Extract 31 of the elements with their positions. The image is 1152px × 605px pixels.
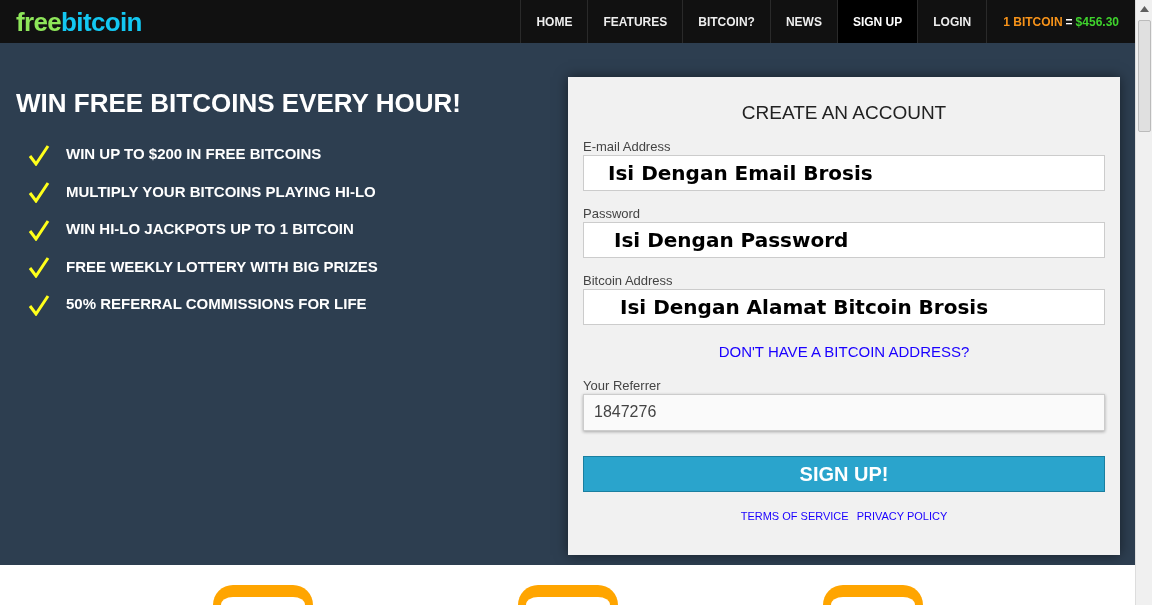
feature-text: WIN HI-LO JACKPOTS UP TO 1 BITCOIN xyxy=(66,219,354,240)
checkmark-icon xyxy=(28,293,50,316)
feature-text: 50% REFERRAL COMMISSIONS FOR LIFE xyxy=(66,294,367,315)
footer-link[interactable]: PRIVACY POLICY xyxy=(856,507,948,525)
input-field[interactable]: Isi Dengan Email Brosis xyxy=(583,155,1105,192)
input-field[interactable]: Isi Dengan Password xyxy=(583,222,1105,259)
field-label: E-mail Address xyxy=(583,139,672,156)
rounded-frame-icon xyxy=(517,585,618,605)
checkmark-icon xyxy=(28,256,50,279)
feature-text: FREE WEEKLY LOTTERY WITH BIG PRIZES xyxy=(66,256,378,277)
feature-text: MULTIPLY YOUR BITCOINS PLAYING HI-LO xyxy=(66,181,376,202)
checkmark-icon xyxy=(28,181,50,204)
card-title: CREATE AN ACCOUNT xyxy=(740,101,948,126)
scroll-up-arrow-icon[interactable] xyxy=(1139,6,1149,12)
field-label: Password xyxy=(583,206,642,223)
field-label: Bitcoin Address xyxy=(583,273,674,290)
logo[interactable]: freebitcoin xyxy=(0,8,152,35)
bitcoin-address-help-link[interactable]: DON'T HAVE A BITCOIN ADDRESS? xyxy=(583,341,1105,364)
rounded-frame-icon xyxy=(212,585,313,605)
feature-text: WIN UP TO $200 IN FREE BITCOINS xyxy=(66,144,322,165)
nav-link[interactable]: SIGN UP xyxy=(836,0,918,44)
scrollbar[interactable] xyxy=(1135,0,1152,605)
rounded-frame-icon xyxy=(822,585,923,605)
input-field[interactable]: 1847276 xyxy=(583,393,1105,431)
footer-link[interactable]: TERMS OF SERVICE xyxy=(740,507,849,525)
hero-title: WIN FREE BITCOINS EVERY HOUR! xyxy=(16,87,462,120)
scrollbar-thumb[interactable] xyxy=(1137,20,1151,132)
field-label: Your Referrer xyxy=(583,377,662,394)
checkmark-icon xyxy=(28,143,50,166)
input-field[interactable]: Isi Dengan Alamat Bitcoin Brosis xyxy=(583,289,1105,326)
checkmark-icon xyxy=(28,218,50,241)
